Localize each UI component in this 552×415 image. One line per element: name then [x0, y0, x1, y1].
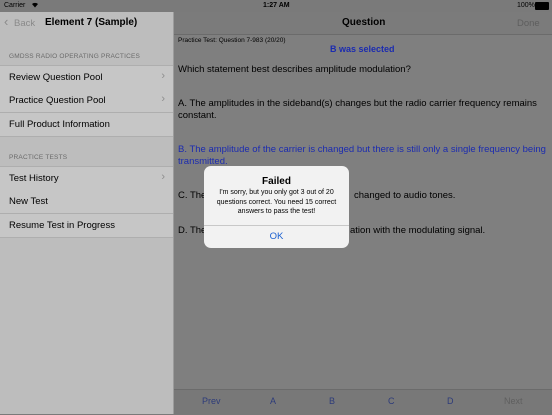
sidebar-item-label: Test History: [9, 173, 59, 184]
section-header-gmdss: GMDSS RADIO OPERATING PRACTICES: [9, 53, 141, 60]
back-button[interactable]: Back: [14, 18, 35, 29]
answer-c-button[interactable]: C: [388, 396, 395, 406]
sidebar-item-new-test[interactable]: New Test: [0, 190, 173, 214]
main-navbar: Question Done: [174, 12, 552, 35]
done-button[interactable]: Done: [517, 18, 540, 29]
sidebar-item-resume-test[interactable]: Resume Test in Progress: [0, 214, 173, 238]
answer-c-end: changed to audio tones.: [354, 190, 456, 201]
sidebar-item-label: Resume Test in Progress: [9, 220, 115, 231]
prev-button[interactable]: Prev: [202, 396, 221, 406]
sidebar-item-practice-question-pool[interactable]: Practice Question Pool ›: [0, 89, 173, 113]
alert-divider: [204, 225, 349, 226]
sidebar-item-label: Practice Question Pool: [9, 95, 106, 106]
sidebar-item-review-question-pool[interactable]: Review Question Pool ›: [0, 65, 173, 90]
answer-a-button[interactable]: A: [270, 396, 276, 406]
battery-label: 100%: [517, 2, 535, 9]
answer-b[interactable]: B. The amplitude of the carrier is chang…: [178, 144, 548, 167]
selection-status: B was selected: [330, 44, 395, 54]
answer-c-start: C. The: [178, 190, 207, 201]
sidebar-title: Element 7 (Sample): [45, 17, 138, 28]
test-info: Practice Test: Question 7-983 (20/20): [178, 37, 286, 44]
answer-a[interactable]: A. The amplitudes in the sideband(s) cha…: [178, 98, 538, 121]
answer-b-button[interactable]: B: [329, 396, 335, 406]
status-bar: Carrier 1:27 AM 100%: [0, 0, 552, 12]
question-text: Which statement best describes amplitude…: [178, 64, 411, 75]
battery-icon: [535, 2, 549, 10]
wifi-icon: [31, 1, 39, 10]
sidebar-item-full-product-information[interactable]: Full Product Information: [0, 113, 173, 137]
answer-d-button[interactable]: D: [447, 396, 454, 406]
chevron-right-icon: ›: [161, 171, 165, 183]
answer-toolbar: Prev A B C D Next: [174, 389, 552, 415]
chevron-right-icon: ›: [161, 93, 165, 105]
sidebar-navbar: ‹ Back Element 7 (Sample): [0, 12, 173, 34]
section-header-practice-tests: PRACTICE TESTS: [9, 154, 68, 161]
sidebar-item-label: New Test: [9, 196, 48, 207]
sidebar-item-label: Review Question Pool: [9, 72, 103, 83]
sidebar-item-label: Full Product Information: [9, 119, 110, 130]
chevron-right-icon: ›: [161, 70, 165, 82]
page-title: Question: [342, 17, 386, 28]
clock: 1:27 AM: [263, 2, 290, 9]
sidebar: ‹ Back Element 7 (Sample) GMDSS RADIO OP…: [0, 12, 174, 414]
answer-d-start: D. The: [178, 225, 207, 236]
alert-message: I'm sorry, but you only got 3 out of 20 …: [216, 189, 337, 215]
answer-d-end: ation with the modulating signal.: [350, 225, 486, 236]
carrier-label: Carrier: [4, 2, 26, 9]
ok-button[interactable]: OK: [204, 227, 349, 247]
chevron-left-icon[interactable]: ‹: [4, 15, 8, 28]
failed-alert: Failed I'm sorry, but you only got 3 out…: [204, 166, 349, 248]
alert-title: Failed: [262, 176, 291, 187]
next-button[interactable]: Next: [504, 396, 523, 406]
sidebar-item-test-history[interactable]: Test History ›: [0, 166, 173, 191]
